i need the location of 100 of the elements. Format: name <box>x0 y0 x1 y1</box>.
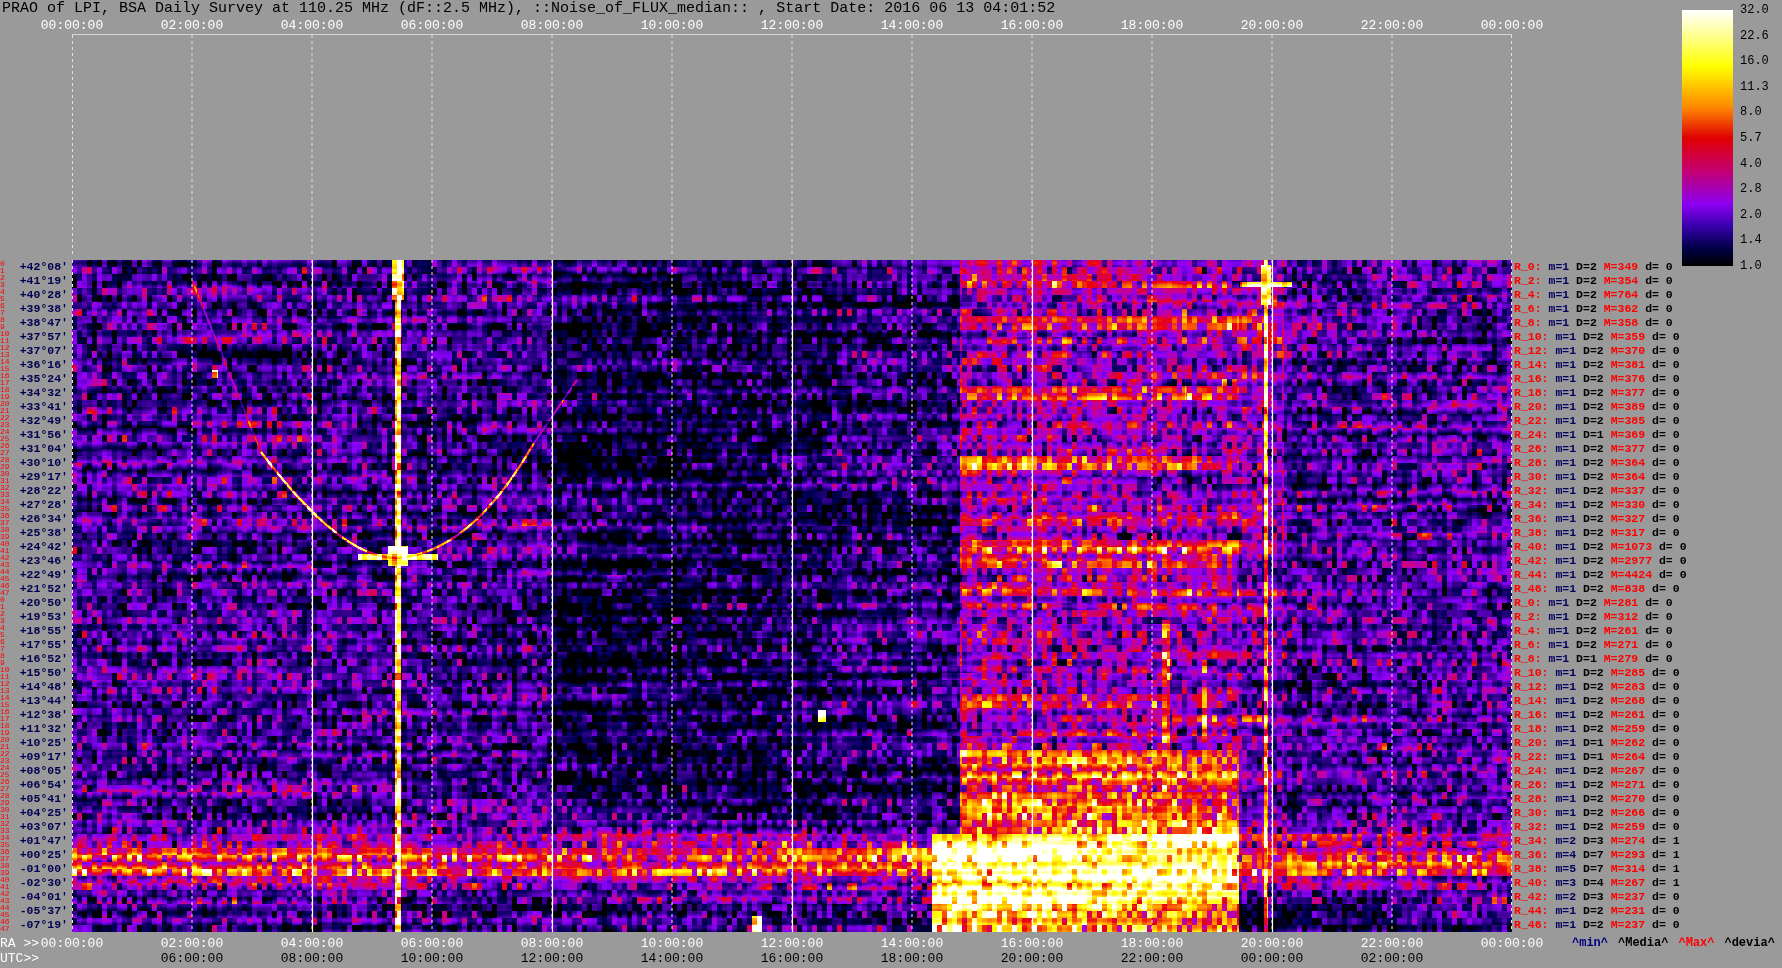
median-value: D=2 <box>1583 526 1604 540</box>
row-index: 46 <box>0 582 10 589</box>
row-index: 30 <box>0 806 10 813</box>
median-value: D=2 <box>1583 456 1604 470</box>
deviation-value: d= 0 <box>1652 400 1680 414</box>
beam-label: R_24: <box>1514 428 1549 442</box>
max-value: M=259 <box>1610 820 1646 834</box>
row-index: 44 <box>0 568 10 575</box>
row-index: 36 <box>0 848 10 855</box>
row-index: 23 <box>0 421 10 428</box>
min-value: m=1 <box>1548 302 1570 316</box>
declination-label: +05°41′ <box>19 792 68 806</box>
max-value: M=293 <box>1610 848 1646 862</box>
max-value: M=377 <box>1610 386 1646 400</box>
beam-label: R_20: <box>1514 400 1549 414</box>
deviation-value: d= 1 <box>1652 876 1680 890</box>
deviation-value: d= 0 <box>1652 918 1680 932</box>
max-value: M=327 <box>1610 512 1646 526</box>
median-value: D=2 <box>1576 638 1597 652</box>
time-tick-label: 20:00:00 <box>1240 18 1304 34</box>
max-value: M=259 <box>1610 722 1646 736</box>
color-scale-label: 4.0 <box>1740 156 1762 171</box>
row-index: 28 <box>0 792 10 799</box>
declination-label: +04°25′ <box>19 806 68 820</box>
min-value: m=1 <box>1555 694 1577 708</box>
ra-axis-prefix: RA >> <box>0 936 39 951</box>
beam-label: R_26: <box>1514 778 1549 792</box>
min-value: m=1 <box>1555 554 1577 568</box>
deviation-value: d= 0 <box>1645 638 1673 652</box>
median-value: D=2 <box>1583 330 1604 344</box>
row-index: 15 <box>0 701 10 708</box>
min-value: m=1 <box>1555 484 1577 498</box>
min-value: m=1 <box>1555 414 1577 428</box>
row-index: 11 <box>0 337 10 344</box>
min-value: m=1 <box>1555 778 1577 792</box>
declination-label: +31°04′ <box>19 442 68 456</box>
min-value: m=1 <box>1555 330 1577 344</box>
max-value: M=337 <box>1610 484 1646 498</box>
declination-label: +25°38′ <box>19 526 68 540</box>
row-index: 21 <box>0 743 10 750</box>
min-value: m=1 <box>1548 596 1570 610</box>
median-value: D=2 <box>1583 414 1604 428</box>
min-value: m=1 <box>1555 722 1577 736</box>
row-index: 14 <box>0 694 10 701</box>
declination-label: +09°17′ <box>19 750 68 764</box>
min-value: m=1 <box>1555 736 1577 750</box>
beam-label: R_38: <box>1514 526 1549 540</box>
beam-label: R_10: <box>1514 666 1549 680</box>
beam-label: R_20: <box>1514 736 1549 750</box>
row-index: 16 <box>0 708 10 715</box>
ra-tick-label: 00:00:00 <box>1480 936 1544 951</box>
row-index: 3 <box>0 617 5 624</box>
declination-label: +37°57′ <box>19 330 68 344</box>
max-value: M=370 <box>1610 344 1646 358</box>
row-index: 47 <box>0 589 10 596</box>
max-value: M=362 <box>1603 302 1639 316</box>
declination-label: +13°44′ <box>19 694 68 708</box>
row-index: 32 <box>0 820 10 827</box>
declination-label: +16°52′ <box>19 652 68 666</box>
row-index: 2 <box>0 274 5 281</box>
beam-label: R_42: <box>1514 554 1549 568</box>
deviation-value: d= 0 <box>1652 498 1680 512</box>
row-index: 15 <box>0 365 10 372</box>
color-scale-label: 1.0 <box>1740 258 1762 273</box>
median-value: D=2 <box>1583 470 1604 484</box>
deviation-value: d= 0 <box>1652 414 1680 428</box>
deviation-value: d= 0 <box>1652 806 1680 820</box>
ra-tick-label: 12:00:00 <box>760 936 824 951</box>
deviation-value: d= 0 <box>1652 428 1680 442</box>
deviation-value: d= 0 <box>1652 666 1680 680</box>
time-tick-label: 04:00:00 <box>280 18 344 34</box>
utc-tick-label: 08:00:00 <box>280 951 344 966</box>
row-index: 19 <box>0 393 10 400</box>
row-index: 22 <box>0 414 10 421</box>
beam-label: R_22: <box>1514 414 1549 428</box>
deviation-value: d= 0 <box>1658 540 1687 554</box>
beam-label: R_28: <box>1514 456 1549 470</box>
beam-label: R_10: <box>1514 330 1549 344</box>
max-value: M=317 <box>1610 526 1646 540</box>
min-value: m=1 <box>1555 918 1577 932</box>
median-value: D=2 <box>1576 302 1597 316</box>
row-index: 20 <box>0 400 10 407</box>
row-index: 40 <box>0 540 10 547</box>
min-value: m=1 <box>1555 470 1577 484</box>
median-value: D=2 <box>1583 764 1604 778</box>
min-value: m=1 <box>1548 652 1570 666</box>
max-value: M=271 <box>1610 778 1646 792</box>
beam-label: R_14: <box>1514 358 1549 372</box>
row-index: 43 <box>0 561 10 568</box>
beam-label: R_34: <box>1514 834 1549 848</box>
max-value: M=266 <box>1610 806 1646 820</box>
min-value: m=1 <box>1555 792 1577 806</box>
row-index: 24 <box>0 428 10 435</box>
row-index: 17 <box>0 379 10 386</box>
median-value: D=1 <box>1583 428 1604 442</box>
min-value: m=1 <box>1555 708 1577 722</box>
median-value: D=2 <box>1583 358 1604 372</box>
max-value: M=271 <box>1603 638 1639 652</box>
beam-label: R_36: <box>1514 512 1549 526</box>
declination-label: +20°50′ <box>19 596 68 610</box>
